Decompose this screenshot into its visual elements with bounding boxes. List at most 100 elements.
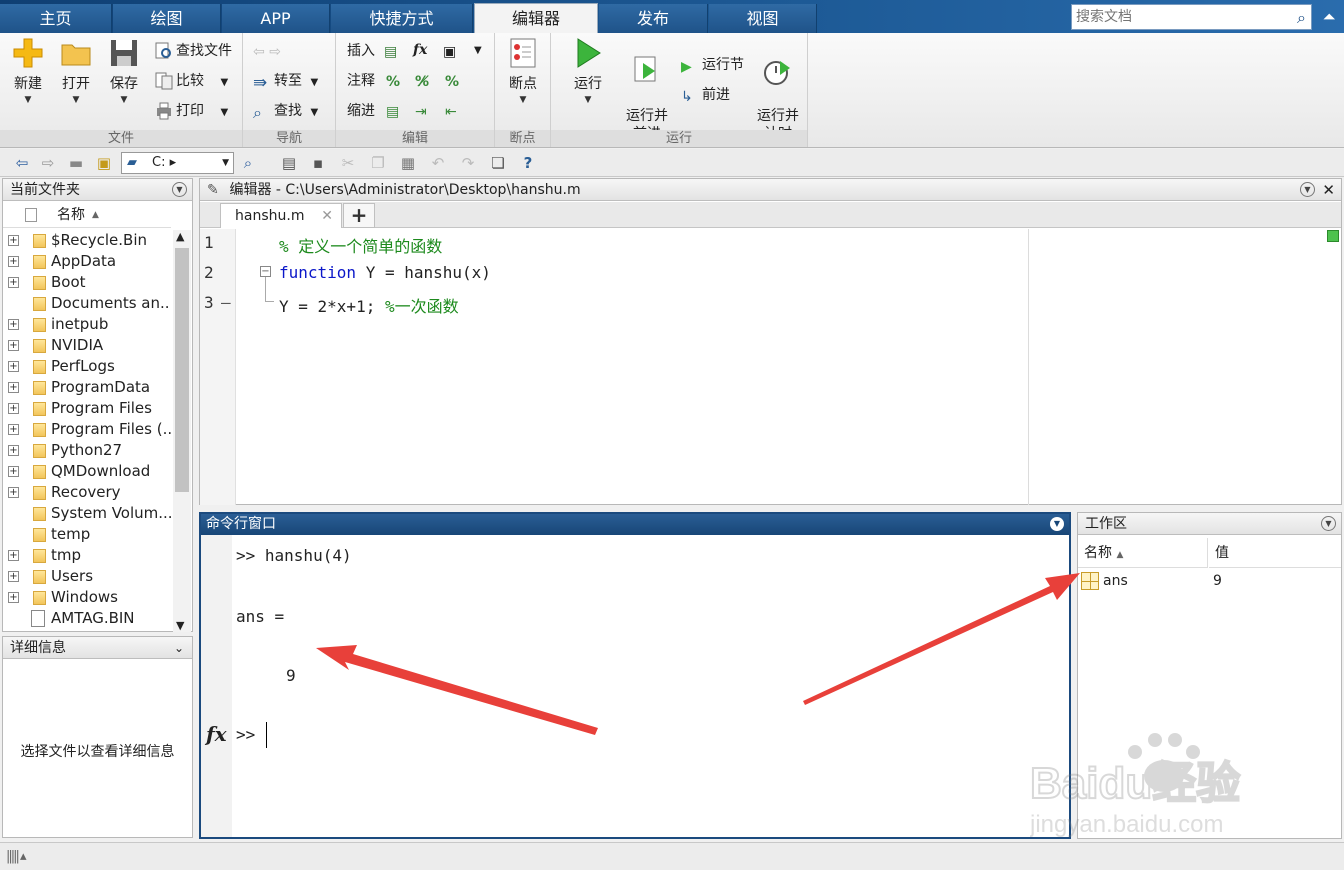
chevron-down-icon[interactable]: ▼: [220, 77, 228, 88]
help-icon[interactable]: ?: [518, 153, 538, 173]
up-folder-icon[interactable]: ▬: [66, 153, 86, 173]
run-and-advance-button[interactable]: 运行并 前进: [623, 37, 671, 143]
expand-icon[interactable]: +: [8, 487, 19, 498]
arrow-left-icon[interactable]: ⇦: [253, 44, 265, 60]
redo-icon[interactable]: ↷: [458, 153, 478, 173]
code-analyzer-ok-icon[interactable]: [1327, 230, 1339, 242]
tab-publish[interactable]: 发布: [599, 4, 708, 33]
run-and-time-button[interactable]: 运行并 计时: [754, 37, 802, 143]
file-list-item[interactable]: + Program Files: [3, 398, 171, 419]
file-list-item[interactable]: + ProgramData: [3, 377, 171, 398]
close-tab-icon[interactable]: ✕: [321, 204, 333, 228]
file-list-item[interactable]: + $Recycle.Bin: [3, 230, 171, 251]
expand-icon[interactable]: +: [8, 403, 19, 414]
file-list-item[interactable]: + Python27: [3, 440, 171, 461]
file-list-item[interactable]: + tmp: [3, 545, 171, 566]
decrease-indent-icon[interactable]: ⇤: [445, 101, 457, 123]
command-prompt[interactable]: >>: [236, 725, 255, 744]
switch-windows-icon[interactable]: ❏: [488, 153, 508, 173]
command-output-line[interactable]: ans =: [236, 607, 284, 626]
file-list-item[interactable]: + Users: [3, 566, 171, 587]
panel-menu-icon[interactable]: ▼: [1300, 182, 1315, 197]
fold-toggle-icon[interactable]: −: [260, 266, 271, 277]
expand-icon[interactable]: +: [8, 340, 19, 351]
chevron-down-icon[interactable]: ⌄: [174, 637, 184, 659]
insert-function-icon[interactable]: fx: [413, 39, 427, 61]
function-browser-icon[interactable]: fx: [206, 722, 227, 746]
value-column-header[interactable]: 值: [1209, 538, 1341, 568]
tab-shortcuts[interactable]: 快捷方式: [331, 4, 473, 33]
tab-view[interactable]: 视图: [709, 4, 817, 33]
expand-icon[interactable]: +: [8, 571, 19, 582]
expand-icon[interactable]: +: [8, 592, 19, 603]
details-header[interactable]: 详细信息 ⌄: [3, 637, 192, 659]
new-button[interactable]: 新建 ▼: [8, 37, 48, 105]
back-forward-buttons[interactable]: ⇦ ⇨: [253, 41, 281, 63]
breakpoints-button[interactable]: 断点 ▼: [503, 37, 543, 105]
chevron-down-icon[interactable]: ▼: [474, 40, 482, 62]
forward-icon[interactable]: ⇨: [38, 153, 58, 173]
expand-icon[interactable]: +: [8, 319, 19, 330]
expand-icon[interactable]: +: [8, 466, 19, 477]
file-list-item[interactable]: System Volum...: [3, 503, 171, 524]
workspace-variable-row[interactable]: ans 9: [1078, 570, 1341, 592]
browse-folder-icon[interactable]: ▣: [94, 153, 114, 173]
insert-fi-icon[interactable]: ▣: [443, 41, 456, 63]
file-list-item[interactable]: + PerfLogs: [3, 356, 171, 377]
expand-icon[interactable]: +: [8, 550, 19, 561]
search-icon[interactable]: ⌕: [1297, 8, 1306, 28]
expand-icon[interactable]: +: [8, 424, 19, 435]
command-output-value[interactable]: 9: [286, 666, 296, 685]
command-history-line[interactable]: >> hanshu(4): [236, 546, 352, 565]
undo-icon[interactable]: ↶: [428, 153, 448, 173]
chevron-down-icon[interactable]: ▼: [310, 107, 318, 118]
file-list-item[interactable]: temp: [3, 524, 171, 545]
chevron-down-icon[interactable]: ▼: [222, 153, 229, 173]
new-tab-button[interactable]: +: [343, 203, 375, 228]
insert-button[interactable]: 插入: [347, 40, 375, 62]
expand-icon[interactable]: +: [8, 382, 19, 393]
search-input[interactable]: [1072, 5, 1282, 29]
copy-icon[interactable]: ❐: [368, 153, 388, 173]
executable-line-marker[interactable]: —: [221, 293, 231, 312]
expand-icon[interactable]: +: [8, 361, 19, 372]
file-list-item[interactable]: + Windows: [3, 587, 171, 608]
comment-button[interactable]: 注释: [347, 70, 375, 92]
file-list-item[interactable]: + inetpub: [3, 314, 171, 335]
find-button[interactable]: ⌕ 查找 ▼: [253, 100, 318, 122]
smart-indent-icon[interactable]: ▤: [386, 101, 399, 123]
file-list-item[interactable]: + QMDownload: [3, 461, 171, 482]
file-list-item[interactable]: + Recovery: [3, 482, 171, 503]
code-line-3[interactable]: Y = 2*x+1; %一次函数: [279, 293, 459, 317]
name-column-header[interactable]: 名称 ▲: [3, 202, 171, 228]
file-tab-hanshu[interactable]: hanshu.m ✕: [220, 203, 342, 228]
panel-menu-icon[interactable]: ▼: [1050, 517, 1064, 531]
increase-indent-icon[interactable]: ⇥: [415, 101, 427, 123]
collapse-ribbon-icon[interactable]: ⏶: [1316, 4, 1342, 30]
file-list-item[interactable]: + NVIDIA: [3, 335, 171, 356]
scroll-up-icon[interactable]: ▲: [176, 230, 184, 243]
code-line-1[interactable]: % 定义一个简单的函数: [279, 233, 442, 257]
name-column-header[interactable]: 名称 ▲: [1078, 538, 1208, 568]
wrap-comment-icon[interactable]: %: [445, 71, 459, 93]
tab-editor[interactable]: 编辑器: [474, 3, 598, 33]
tab-home[interactable]: 主页: [0, 4, 112, 33]
chevron-down-icon[interactable]: ▼: [310, 77, 318, 88]
expand-icon[interactable]: +: [8, 445, 19, 456]
advance-button[interactable]: ↳ 前进: [681, 84, 730, 106]
file-list-item[interactable]: + AppData: [3, 251, 171, 272]
chevron-down-icon[interactable]: ▼: [220, 107, 228, 118]
expand-icon[interactable]: +: [8, 235, 19, 246]
path-box[interactable]: ▰ C: ▸ ▼: [121, 152, 234, 174]
goto-button[interactable]: ⇛ 转至 ▼: [253, 70, 318, 93]
panel-menu-icon[interactable]: ▼: [1321, 516, 1336, 531]
file-list-item[interactable]: AMTAG.BIN: [3, 608, 171, 629]
new-script-icon[interactable]: ▤: [279, 153, 299, 173]
save-icon[interactable]: ▪: [308, 153, 328, 173]
insert-section-icon[interactable]: ▤: [384, 41, 397, 63]
percent-comment-icon[interactable]: %: [386, 71, 400, 93]
file-list-item[interactable]: Documents an...: [3, 293, 171, 314]
file-list-item[interactable]: + Boot: [3, 272, 171, 293]
scrollbar-thumb[interactable]: [175, 248, 189, 492]
cut-icon[interactable]: ✂: [338, 153, 358, 173]
